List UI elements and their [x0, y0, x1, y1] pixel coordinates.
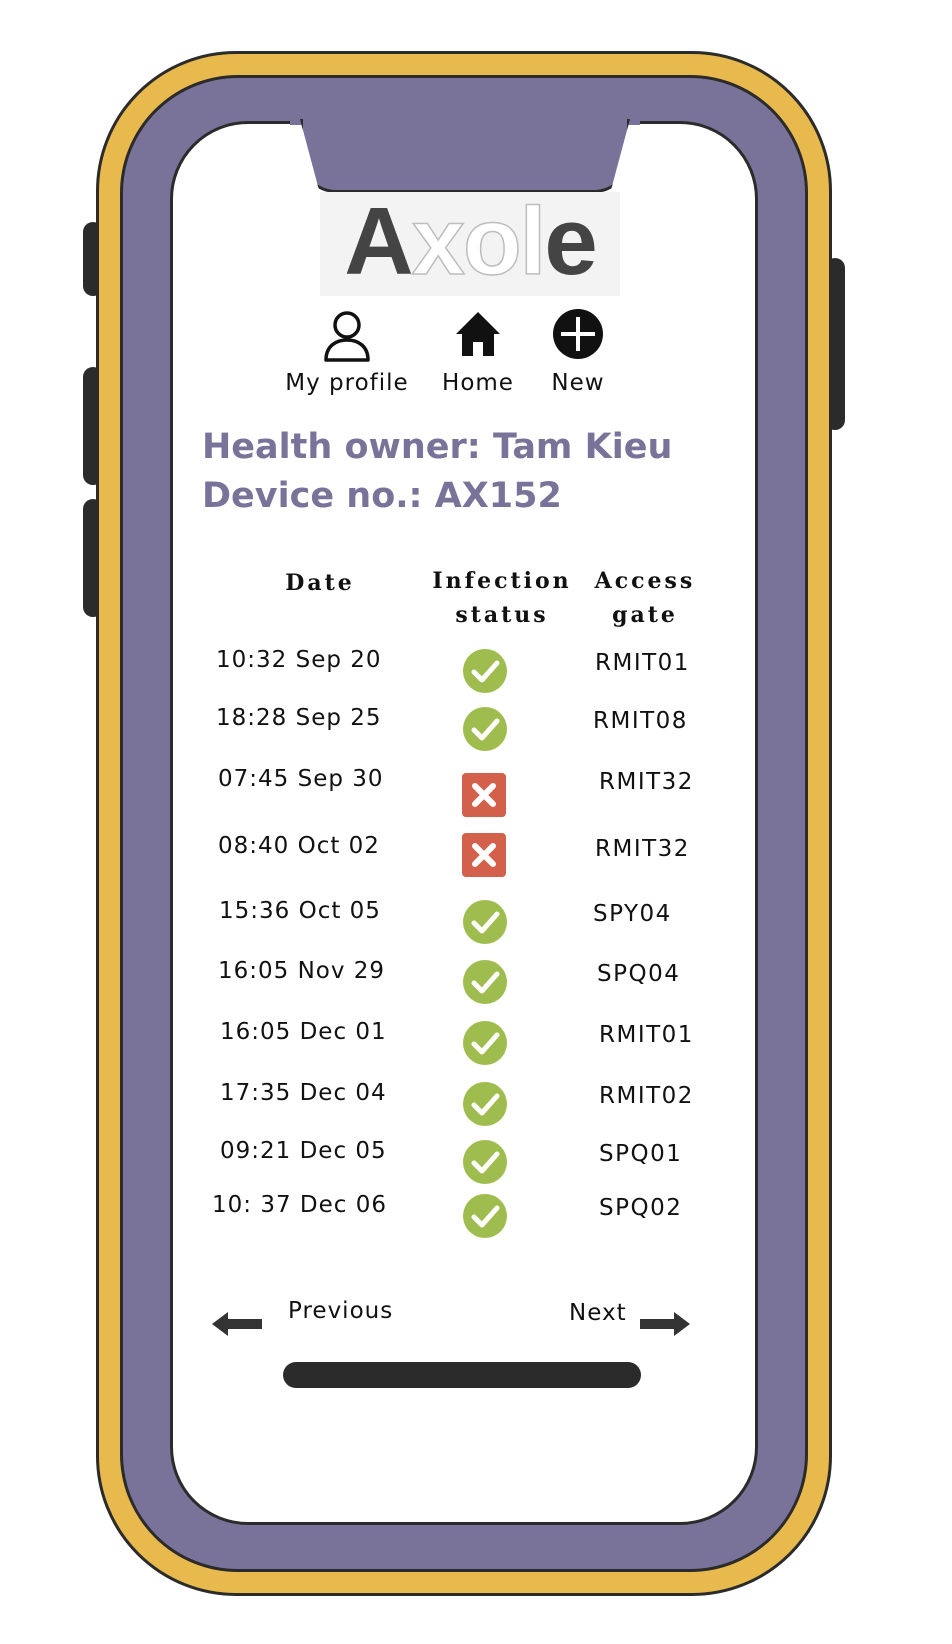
header-date-label: Date: [285, 570, 355, 596]
row-access-gate: SPQ04: [597, 961, 681, 987]
nav-label-my-profile: My profile: [285, 370, 409, 396]
notch: [300, 119, 630, 193]
status-infected-icon: [462, 833, 506, 877]
next-button[interactable]: Next: [566, 1298, 694, 1346]
nav-my-profile[interactable]: My profile: [280, 308, 414, 396]
row-access-gate: RMIT01: [599, 1022, 694, 1048]
plus-circle-icon: [553, 309, 603, 359]
logo-letters-hollow: xol: [411, 188, 547, 295]
status-ok-icon: [463, 649, 507, 693]
row-access-gate: SPQ02: [599, 1195, 683, 1221]
row-date: 18:28 Sep 25: [216, 705, 382, 731]
header-gate-line2: gate: [612, 602, 678, 628]
health-owner-heading: Health owner: Tam Kieu: [202, 427, 673, 467]
row-access-gate: SPY04: [593, 901, 672, 927]
header-status-line2: status: [455, 602, 549, 628]
arrow-left-icon: [212, 1312, 262, 1336]
row-date: 10:32 Sep 20: [216, 647, 382, 673]
row-date: 17:35 Dec 04: [220, 1080, 387, 1106]
status-ok-icon: [463, 1194, 507, 1238]
logo-letter-e: e: [544, 188, 597, 295]
row-date: 10: 37 Dec 06: [212, 1192, 387, 1218]
status-infected-icon: [462, 773, 506, 817]
row-date: 08:40 Oct 02: [218, 833, 380, 859]
header-status-line1: Infection: [432, 568, 572, 594]
logo-letter-a: A: [344, 188, 413, 295]
row-date: 09:21 Dec 05: [220, 1138, 387, 1164]
row-date: 16:05 Nov 29: [218, 958, 386, 984]
previous-label: Previous: [288, 1298, 394, 1324]
row-date: 16:05 Dec 01: [220, 1019, 387, 1045]
previous-button[interactable]: Previous: [212, 1296, 402, 1344]
nav-home[interactable]: Home: [432, 308, 524, 396]
nav-label-home: Home: [442, 370, 514, 396]
status-ok-icon: [463, 1140, 507, 1184]
row-access-gate: RMIT08: [593, 708, 688, 734]
home-indicator[interactable]: [283, 1362, 641, 1388]
status-ok-icon: [463, 900, 507, 944]
column-header-infection-status: Infection status: [422, 564, 582, 632]
arrow-right-icon: [640, 1312, 690, 1336]
user-icon: [324, 311, 370, 362]
row-access-gate: RMIT32: [595, 836, 690, 862]
status-ok-icon: [463, 1082, 507, 1126]
next-label: Next: [569, 1300, 627, 1326]
column-header-date: Date: [270, 566, 370, 600]
status-ok-icon: [463, 707, 507, 751]
app-logo: Axole: [320, 189, 620, 296]
device-number-heading: Device no.: AX152: [202, 476, 562, 516]
nav-new[interactable]: New: [536, 308, 620, 396]
nav-label-new: New: [551, 370, 605, 396]
row-access-gate: SPQ01: [599, 1141, 683, 1167]
header-gate-line1: Access: [594, 568, 696, 594]
row-date: 07:45 Sep 30: [218, 766, 384, 792]
row-access-gate: RMIT01: [595, 650, 690, 676]
status-ok-icon: [463, 1021, 507, 1065]
column-header-access-gate: Access gate: [585, 564, 705, 632]
home-icon: [456, 312, 500, 356]
status-ok-icon: [463, 960, 507, 1004]
row-access-gate: RMIT32: [599, 769, 694, 795]
row-access-gate: RMIT02: [599, 1083, 694, 1109]
row-date: 15:36 Oct 05: [219, 898, 381, 924]
